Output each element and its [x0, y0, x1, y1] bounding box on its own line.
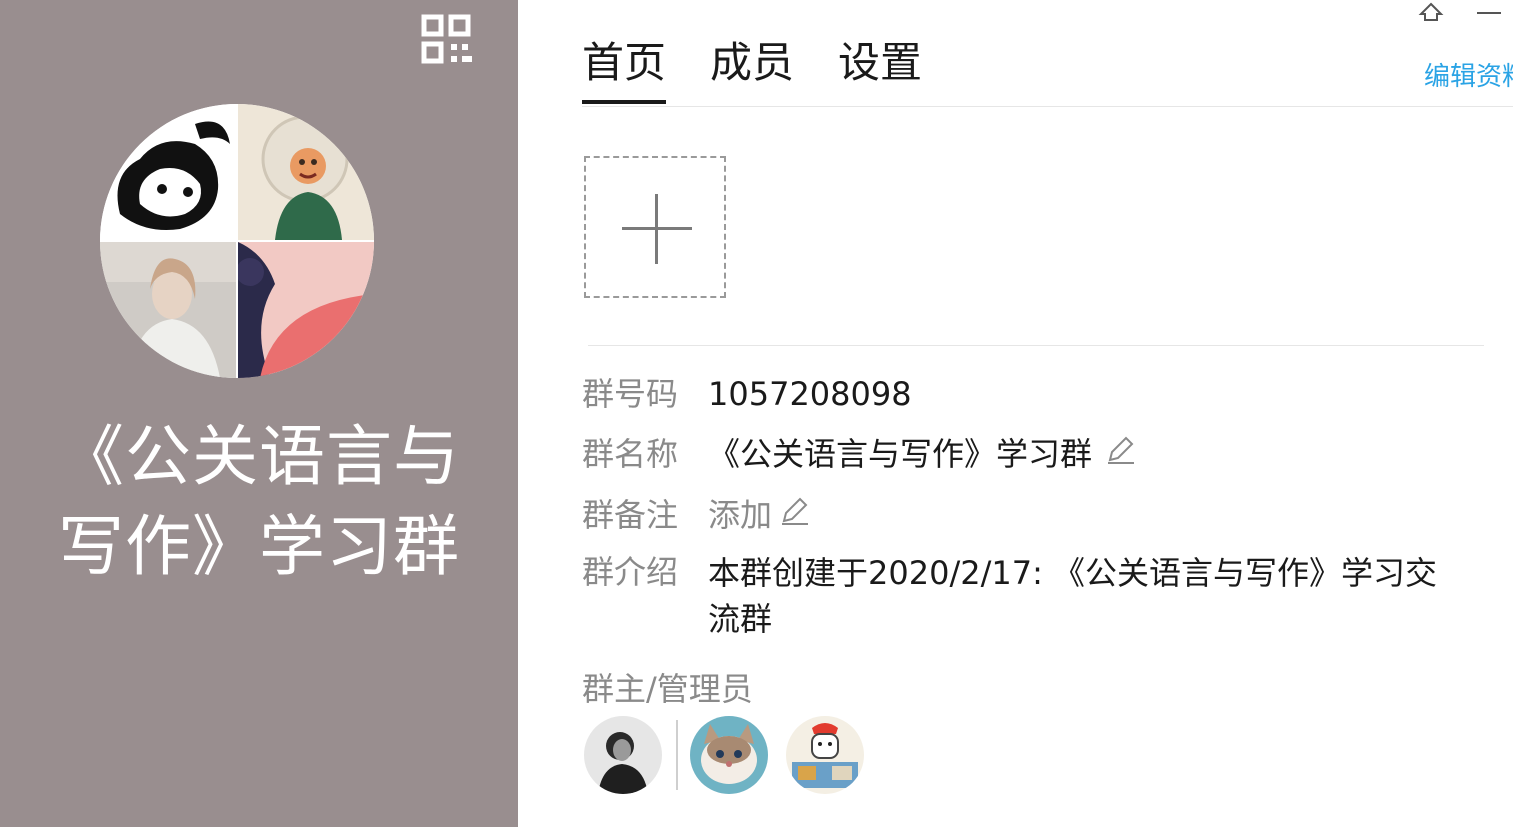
group-number-value: 1057208098	[708, 375, 912, 413]
group-name-row: 群名称 《公关语言与写作》学习群	[582, 432, 1138, 477]
add-photo-button[interactable]	[584, 156, 726, 298]
tab-bar: 首页 成员 设置	[582, 30, 966, 108]
add-remark-link[interactable]: 添加	[708, 493, 772, 537]
content-divider	[588, 345, 1484, 346]
group-number-label: 群号码	[582, 375, 679, 413]
tab-home[interactable]: 首页	[582, 30, 667, 104]
group-title: 《公关语言与写作》学习群	[58, 418, 460, 585]
edit-remark-icon[interactable]	[778, 493, 812, 538]
group-intro-label: 群介绍	[582, 553, 679, 591]
admin-avatar-list	[584, 716, 864, 794]
admin-avatar-cartoon[interactable]	[786, 716, 864, 794]
tab-members[interactable]: 成员	[710, 30, 794, 104]
group-intro-row: 群介绍 本群创建于2020/2/17: 《公关语言与写作》学习交流群	[582, 550, 1468, 642]
tabs-divider	[582, 106, 1513, 107]
admins-label: 群主/管理员	[582, 670, 753, 708]
qr-code-icon[interactable]	[418, 12, 476, 70]
group-intro-value: 本群创建于2020/2/17: 《公关语言与写作》学习交流群	[708, 554, 1438, 638]
group-detail-panel: 首页 成员 设置 编辑资料 群号码 1057208098 群名称 《公关语言与写…	[518, 0, 1513, 827]
group-name-value: 《公关语言与写作》学习群	[708, 435, 1093, 473]
tab-settings[interactable]: 设置	[838, 30, 922, 104]
minimize-icon[interactable]	[1471, 0, 1507, 26]
owner-separator	[676, 720, 678, 790]
group-avatar[interactable]	[100, 104, 374, 378]
group-profile-window: 《公关语言与写作》学习群 首页 成员 设置 编辑资料	[0, 0, 1513, 827]
group-header-panel: 《公关语言与写作》学习群	[0, 0, 518, 827]
pin-icon[interactable]	[1413, 0, 1449, 26]
group-remark-label: 群备注	[582, 496, 679, 534]
admin-avatar-cat[interactable]	[690, 716, 768, 794]
owner-avatar[interactable]	[584, 716, 662, 794]
group-name-label: 群名称	[582, 435, 679, 473]
edit-profile-link[interactable]: 编辑资料	[1424, 56, 1513, 93]
window-controls	[1393, 0, 1513, 30]
edit-group-name-icon[interactable]	[1104, 432, 1138, 477]
group-number-row: 群号码 1057208098	[582, 372, 912, 416]
group-remark-row: 群备注 添加	[582, 493, 812, 538]
